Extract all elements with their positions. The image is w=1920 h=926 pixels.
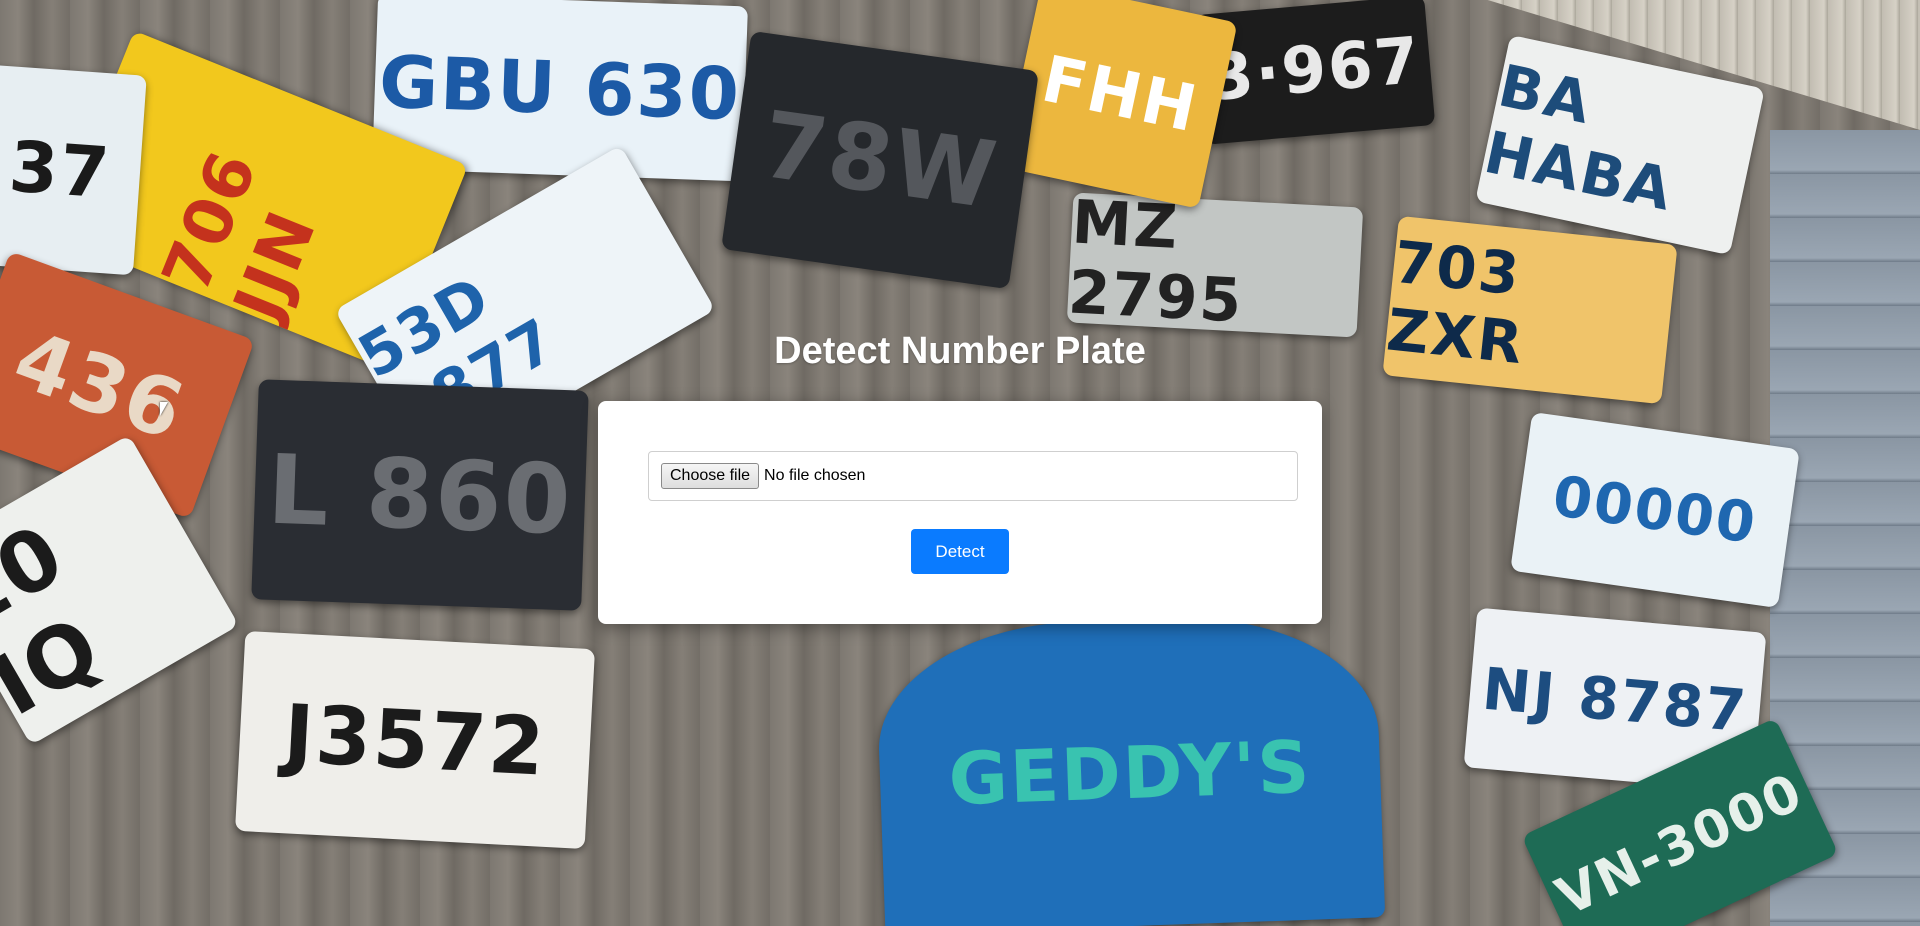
license-plate: 00000: [1510, 411, 1800, 609]
detect-button[interactable]: Detect: [911, 529, 1009, 574]
license-plate: 703 ZXR: [1382, 215, 1678, 405]
restaurant-sign: GEDDY'S: [874, 611, 1386, 926]
mouse-cursor-icon: [160, 402, 168, 416]
upload-form-card: Choose file No file chosen Detect: [598, 401, 1322, 624]
license-plate: 37: [0, 64, 147, 276]
choose-file-button[interactable]: Choose file: [661, 463, 760, 489]
file-status-text: No file chosen: [764, 467, 866, 484]
file-input[interactable]: Choose file No file chosen: [648, 451, 1298, 501]
license-plate: MZ 2795: [1066, 192, 1364, 338]
license-plate: J3572: [235, 630, 595, 850]
license-plate: 78W: [721, 30, 1039, 290]
page-title: Detect Number Plate: [774, 330, 1146, 372]
license-plate: FHH: [1002, 0, 1238, 209]
license-plate: L 860: [251, 379, 589, 611]
